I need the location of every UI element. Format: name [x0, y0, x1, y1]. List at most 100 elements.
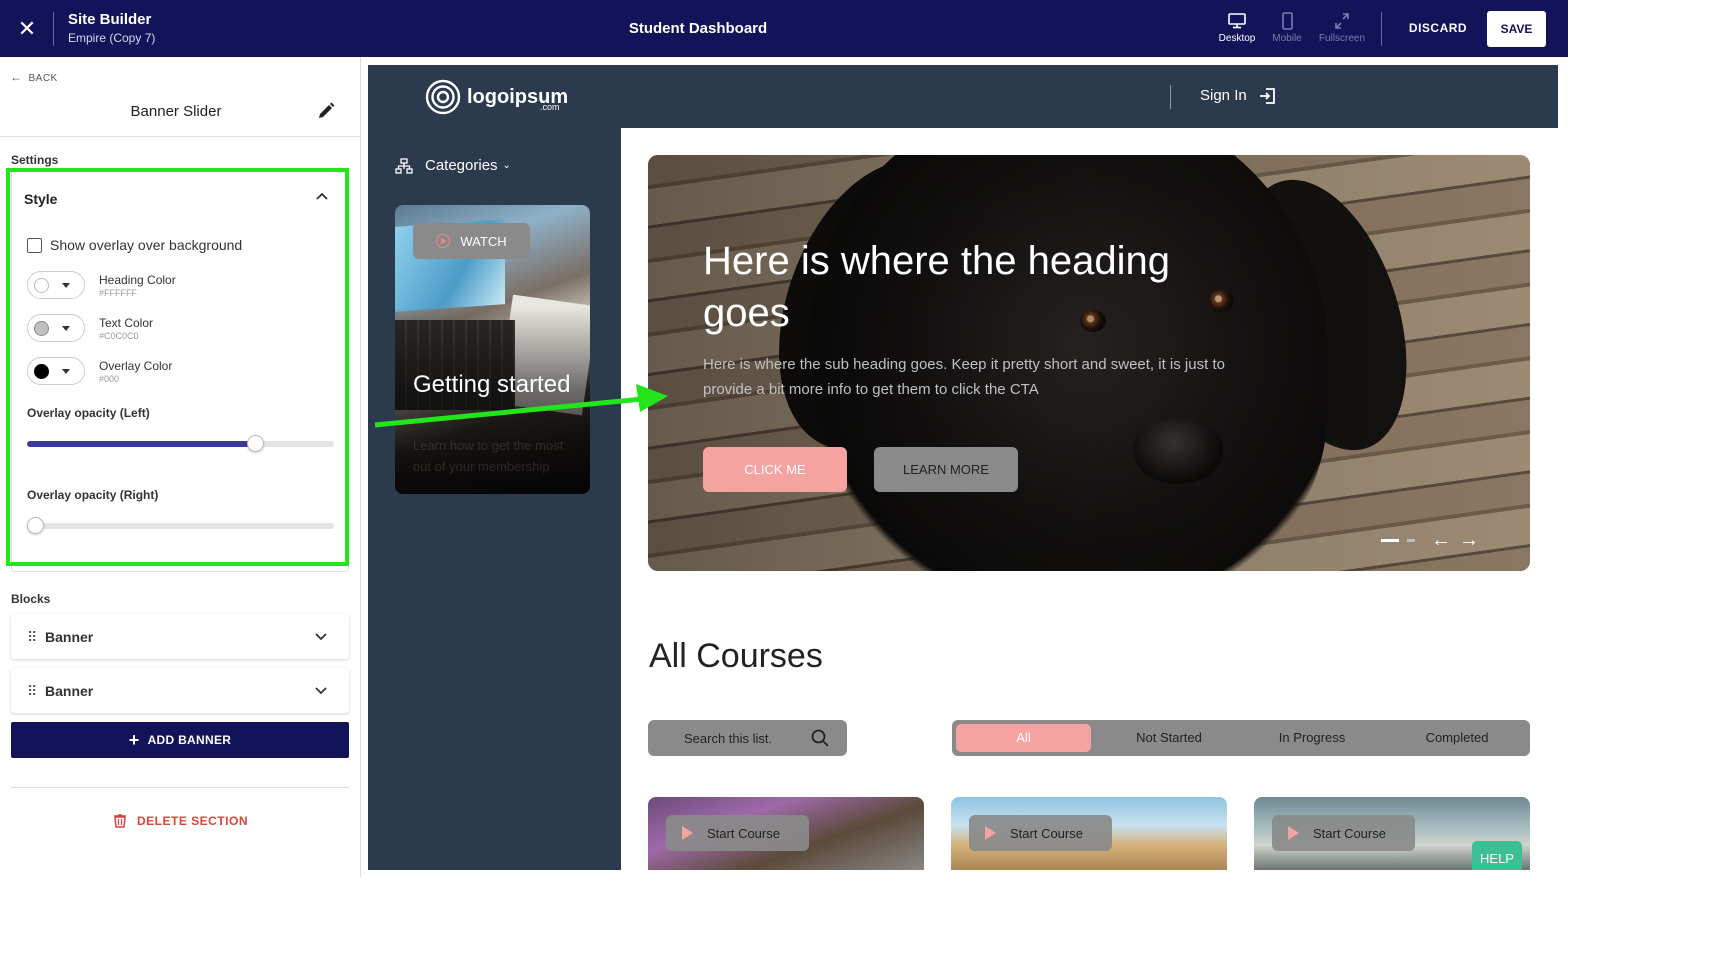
search-icon[interactable]	[810, 728, 830, 748]
start-course-label: Start Course	[1313, 825, 1386, 841]
fullscreen-icon	[1335, 13, 1349, 29]
style-panel: Style Show overlay over background Headi…	[11, 170, 349, 572]
overlay-right-label: Overlay opacity (Right)	[27, 488, 159, 502]
slider-fill	[27, 441, 256, 447]
color-value: #000	[99, 373, 120, 384]
categories-dropdown[interactable]: Categories ⌄	[395, 157, 511, 174]
sign-in-link[interactable]: Sign In	[1200, 87, 1247, 104]
chevron-down-icon[interactable]	[313, 628, 329, 644]
color-value: #FFFFFF	[99, 287, 137, 298]
course-card[interactable]: Start Course	[648, 797, 924, 870]
banner-slider: Here is where the heading goes Here is w…	[648, 155, 1530, 571]
mobile-icon	[1282, 12, 1293, 30]
filter-tab-not-started[interactable]: Not Started	[1100, 724, 1238, 752]
color-swatch-button[interactable]	[27, 314, 85, 342]
divider	[53, 12, 54, 46]
arrow-right-icon[interactable]: →	[1459, 530, 1479, 550]
heading-color-picker[interactable]: Heading Color #FFFFFF	[27, 271, 176, 299]
divider	[1381, 12, 1382, 46]
save-button[interactable]: SAVE	[1487, 11, 1546, 47]
overlay-checkbox-label: Show overlay over background	[50, 237, 243, 253]
caret-down-icon	[62, 325, 70, 331]
video-card-description: Learn how to get the most out of your me…	[413, 438, 564, 474]
back-link[interactable]: ← BACK	[10, 70, 58, 84]
filter-tab-completed[interactable]: Completed	[1387, 724, 1527, 752]
discard-button[interactable]: DISCARD	[1398, 21, 1478, 35]
slide-indicators	[1381, 539, 1415, 542]
primary-cta-button[interactable]: CLICK ME	[703, 447, 847, 492]
slider-thumb[interactable]	[27, 517, 44, 534]
overlay-color-picker[interactable]: Overlay Color #000	[27, 357, 172, 385]
site-preview: logoipsum .com Sign In Categories ⌄ WATC…	[368, 65, 1558, 870]
video-card[interactable]: WATCH Getting started Learn how to get t…	[395, 205, 590, 494]
divider	[11, 787, 349, 788]
filter-tab-all[interactable]: All	[956, 724, 1091, 752]
plus-icon: +	[128, 730, 140, 750]
filter-tab-in-progress[interactable]: In Progress	[1242, 724, 1382, 752]
desktop-icon	[1228, 13, 1246, 29]
block-item[interactable]: ⠿ Banner	[11, 614, 349, 659]
text-color-picker[interactable]: Text Color #C0C0C0	[27, 314, 153, 342]
page-title[interactable]: Student Dashboard	[598, 20, 798, 37]
start-course-button[interactable]: Start Course	[666, 815, 809, 851]
slide-indicator[interactable]	[1407, 539, 1415, 542]
view-desktop-button[interactable]: Desktop	[1212, 12, 1262, 44]
back-label: BACK	[28, 73, 58, 84]
start-course-button[interactable]: Start Course	[1272, 815, 1415, 851]
block-item[interactable]: ⠿ Banner	[11, 668, 349, 713]
color-swatch-button[interactable]	[27, 357, 85, 385]
drag-handle-icon[interactable]: ⠿	[27, 683, 37, 700]
color-swatch-button[interactable]	[27, 271, 85, 299]
pencil-icon[interactable]	[316, 101, 336, 121]
slider-thumb[interactable]	[247, 435, 265, 452]
block-label: Banner	[45, 683, 94, 699]
categories-label: Categories	[425, 157, 498, 174]
overlay-right-slider[interactable]	[27, 517, 334, 534]
close-icon[interactable]: ✕	[14, 16, 40, 42]
add-banner-button[interactable]: + ADD BANNER	[11, 722, 349, 758]
play-icon	[1288, 826, 1299, 840]
course-search-input[interactable]: Search this list.	[648, 720, 847, 756]
help-button[interactable]: HELP	[1472, 841, 1522, 870]
play-circle-icon	[436, 234, 451, 248]
start-course-button[interactable]: Start Course	[969, 815, 1112, 851]
play-icon	[682, 826, 693, 840]
arrow-left-icon: ←	[10, 70, 23, 84]
course-card[interactable]: Start Course	[951, 797, 1227, 870]
sign-in-icon[interactable]	[1258, 86, 1278, 106]
overlay-left-slider[interactable]	[27, 435, 334, 452]
style-panel-title[interactable]: Style	[24, 191, 57, 207]
watch-label: WATCH	[460, 233, 507, 249]
top-bar: ✕ Site Builder Empire (Copy 7) Student D…	[0, 0, 1568, 57]
logo-suffix: .com	[540, 102, 560, 112]
overlay-checkbox[interactable]	[27, 237, 42, 253]
logo-mark-icon	[425, 79, 461, 115]
drag-handle-icon[interactable]: ⠿	[27, 629, 37, 646]
arrow-left-icon[interactable]: ←	[1431, 530, 1451, 550]
search-placeholder: Search this list.	[684, 731, 773, 746]
color-label: Overlay Color	[99, 358, 173, 373]
course-filter-tabs: All Not Started In Progress Completed	[952, 720, 1530, 756]
app-title: Site Builder	[68, 11, 152, 28]
site-name: Empire (Copy 7)	[68, 31, 156, 45]
view-fullscreen-button[interactable]: Fullscreen	[1317, 12, 1367, 44]
overlay-left-label: Overlay opacity (Left)	[27, 406, 150, 420]
view-fullscreen-label: Fullscreen	[1318, 33, 1366, 44]
courses-heading: All Courses	[649, 637, 823, 675]
chevron-up-icon[interactable]	[314, 189, 330, 205]
delete-section-button[interactable]: DELETE SECTION	[0, 813, 361, 828]
view-mobile-button[interactable]: Mobile	[1262, 12, 1312, 44]
chevron-down-icon[interactable]	[313, 682, 329, 698]
overlay-option[interactable]: Show overlay over background	[27, 237, 242, 253]
panel-title: Banner Slider	[130, 103, 222, 120]
banner-subheading: Here is where the sub heading goes. Keep…	[703, 356, 1225, 398]
delete-section-label: DELETE SECTION	[136, 814, 248, 828]
watch-button[interactable]: WATCH	[413, 223, 530, 259]
secondary-cta-button[interactable]: LEARN MORE	[874, 447, 1018, 492]
start-course-label: Start Course	[707, 825, 780, 841]
banner-heading: Here is where the heading goes	[703, 239, 1170, 335]
color-swatch	[34, 277, 49, 293]
caret-down-icon	[62, 368, 70, 374]
slide-indicator-active[interactable]	[1381, 539, 1399, 542]
settings-heading: Settings	[11, 153, 59, 167]
